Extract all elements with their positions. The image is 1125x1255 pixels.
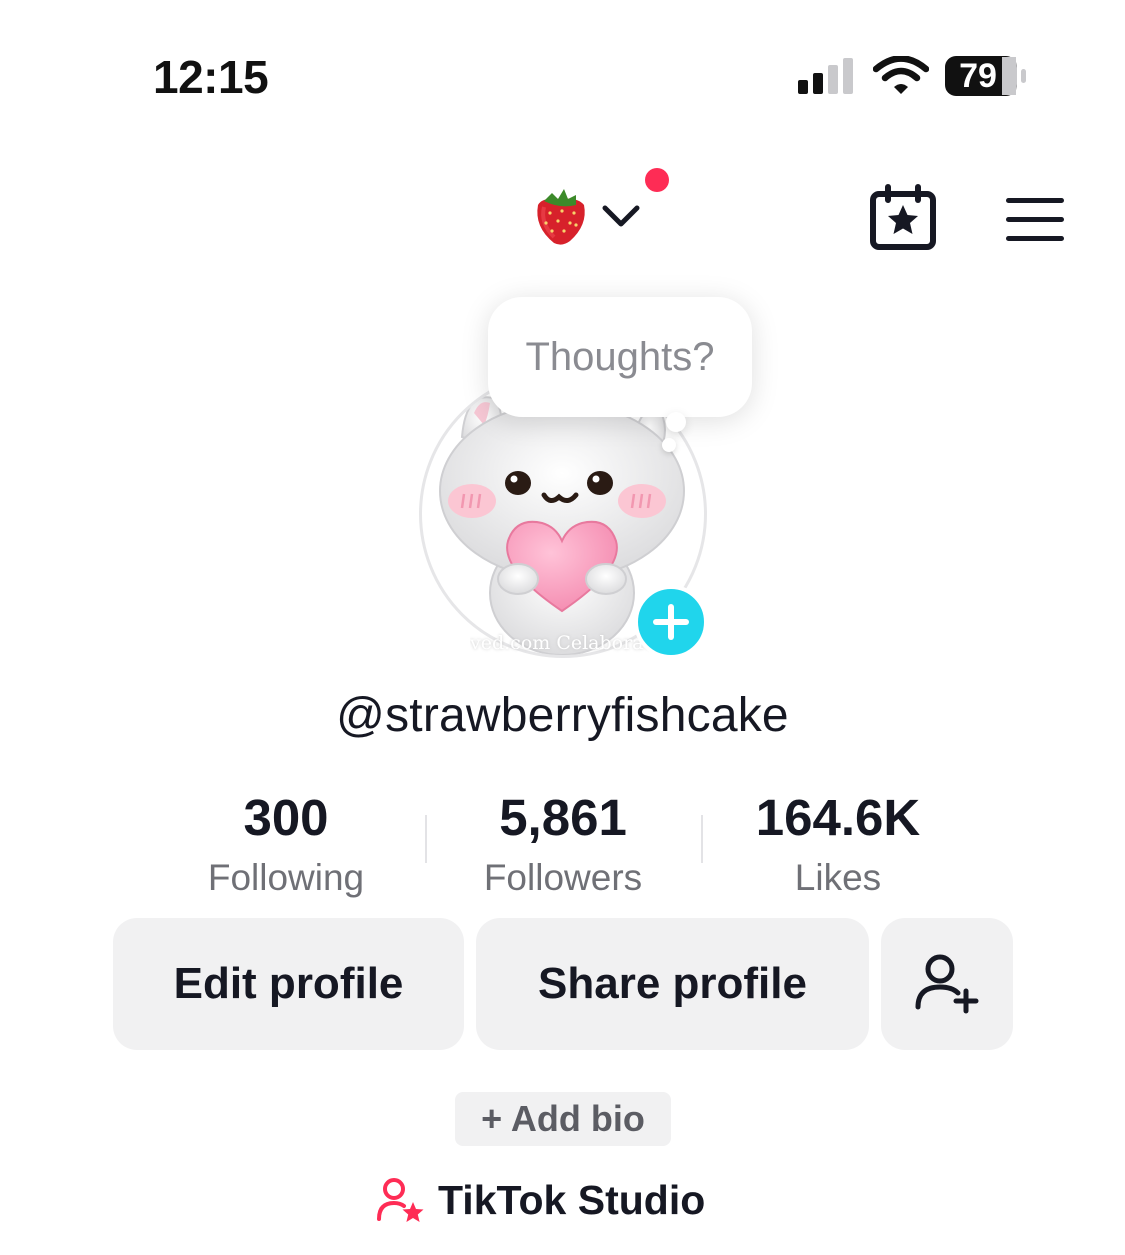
hamburger-menu-icon[interactable]: [1004, 196, 1066, 244]
battery-level: 79: [959, 57, 997, 95]
cellular-signal-icon: [798, 58, 853, 94]
thoughts-bubble-text: Thoughts?: [525, 334, 715, 379]
status-time: 12:15: [153, 51, 269, 103]
add-person-icon: [915, 954, 979, 1014]
stat-followers-label: Followers: [483, 857, 643, 898]
stat-following-value: 300: [243, 789, 329, 846]
add-bio-button[interactable]: + Add bio: [455, 1092, 671, 1146]
wifi-icon: [873, 56, 929, 94]
calendar-star-icon[interactable]: [868, 184, 938, 252]
bubble-tail-dot-small: [662, 438, 676, 452]
strawberry-icon[interactable]: [530, 183, 590, 247]
username: @strawberryfishcake: [336, 689, 789, 742]
battery-icon: 79: [944, 55, 1028, 97]
bubble-tail-dot: [666, 412, 686, 432]
stat-likes-label: Likes: [794, 857, 882, 898]
stat-divider: [425, 815, 427, 863]
stat-following-label: Following: [207, 857, 365, 898]
tiktok-studio-label: TikTok Studio: [438, 1176, 706, 1223]
edit-profile-button[interactable]: Edit profile: [113, 918, 464, 1050]
stat-likes-value: 164.6K: [755, 789, 921, 846]
stat-followers[interactable]: 5,861 Followers: [428, 788, 698, 904]
add-avatar-button[interactable]: [634, 585, 708, 659]
add-friends-button[interactable]: [881, 918, 1013, 1050]
person-star-icon: [377, 1178, 424, 1222]
stat-followers-value: 5,861: [499, 789, 627, 846]
plus-icon: [653, 604, 689, 640]
stat-likes[interactable]: 164.6K Likes: [703, 788, 973, 904]
stat-following[interactable]: 300 Following: [151, 788, 421, 904]
notification-dot: [645, 168, 669, 192]
tiktok-studio-link[interactable]: TikTok Studio: [376, 1172, 705, 1228]
chevron-down-icon[interactable]: [600, 200, 642, 230]
thoughts-bubble[interactable]: Thoughts?: [488, 297, 752, 417]
share-profile-button[interactable]: Share profile: [476, 918, 869, 1050]
